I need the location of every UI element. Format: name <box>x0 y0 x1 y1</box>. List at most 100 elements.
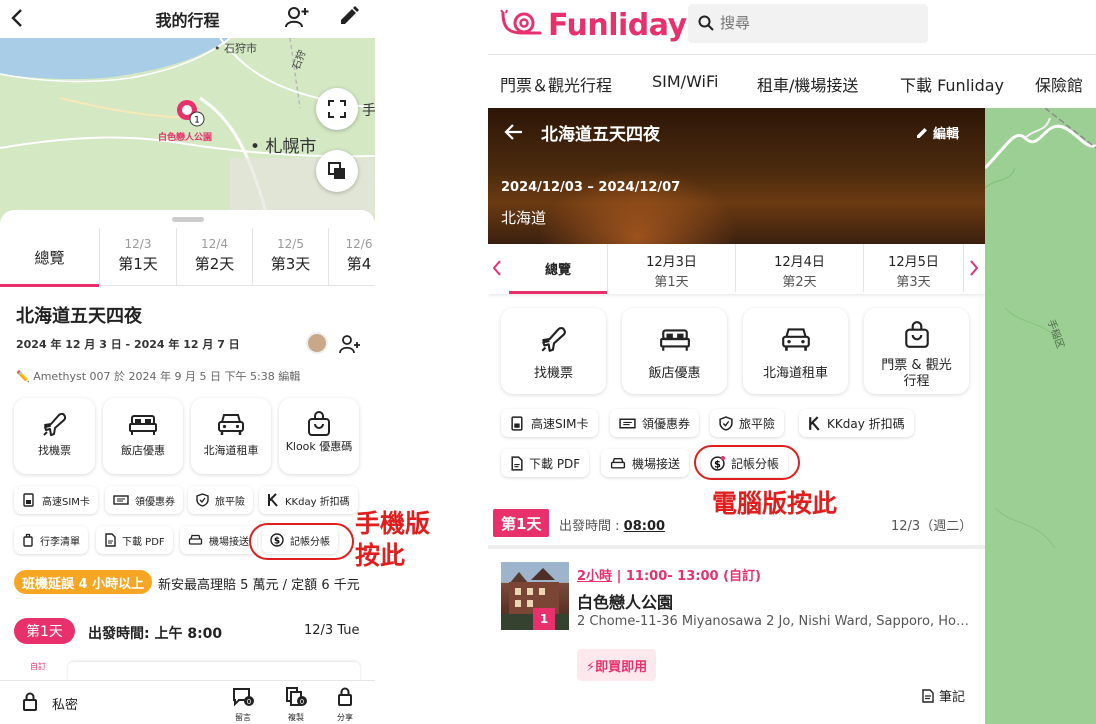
tab-day-3[interactable]: 12月5日 第3天 <box>864 244 964 292</box>
layers-button[interactable] <box>316 150 358 192</box>
privacy-label[interactable]: 私密 <box>52 694 78 713</box>
car-icon <box>610 457 626 468</box>
chip-airport-transfer[interactable]: 機場接送 <box>180 526 257 554</box>
lock-icon[interactable] <box>22 692 38 712</box>
chip-packing-list[interactable]: 行李清單 <box>14 526 88 554</box>
plane-icon <box>42 412 66 436</box>
flight-card[interactable]: 找機票 <box>501 308 606 394</box>
section-divider <box>488 545 985 549</box>
chip-coupon[interactable]: 領優惠券 <box>610 409 700 437</box>
tabs-next-arrow-icon[interactable] <box>968 258 980 278</box>
note-icon <box>922 688 934 703</box>
flight-card[interactable]: 找機票 <box>14 398 95 474</box>
promo-badge[interactable]: 班機延誤 4 小時以上 <box>14 570 153 594</box>
brand-logo[interactable]: Funliday <box>500 7 687 43</box>
back-arrow-icon[interactable] <box>504 122 524 142</box>
place-card[interactable]: 1 2小時 | 11:00- 13:00 (自訂) 白色戀人公園 2 Chome… <box>488 550 985 724</box>
edit-button[interactable]: 編輯 <box>916 123 959 142</box>
comment-button[interactable]: 0 留言 <box>228 687 258 723</box>
tab-overview[interactable]: 總覽 <box>509 244 608 294</box>
car-rental-card[interactable]: 北海道租車 <box>191 398 271 474</box>
chip-label: 下載 PDF <box>122 536 165 548</box>
chip-label: 行李清單 <box>40 536 80 548</box>
departure-time[interactable]: 出發時間: 上午 8:00 <box>88 623 222 643</box>
card-label: 北海道租車 <box>762 366 828 381</box>
chip-coupon[interactable]: 領優惠券 <box>105 486 183 514</box>
trip-map[interactable]: 手稲区 <box>985 108 1096 724</box>
chip-download-pdf[interactable]: 下載 PDF <box>96 526 173 554</box>
svg-text:0: 0 <box>300 698 304 706</box>
page-title: 我的行程 <box>155 11 220 30</box>
share-button[interactable]: 分享 <box>330 687 360 723</box>
card-label: 北海道租車 <box>203 444 259 457</box>
place-time[interactable]: 2小時 | 11:00- 13:00 (自訂) <box>577 565 761 584</box>
edit-pencil-icon <box>917 128 927 138</box>
chip-kkday[interactable]: KKday 折扣碼 <box>259 486 358 514</box>
map-pin-icon[interactable]: 1 <box>175 98 205 132</box>
place-card-peek[interactable] <box>68 662 360 682</box>
hotel-card[interactable]: 飯店優惠 <box>103 398 183 474</box>
tab-day-2[interactable]: 12/4 第2天 <box>177 228 253 286</box>
tab-day-1[interactable]: 12/3 第1天 <box>100 228 177 286</box>
invite-member-icon[interactable] <box>338 333 360 355</box>
shopping-bag-icon <box>904 321 929 348</box>
brand-name: Funliday <box>548 7 687 43</box>
nav-insurance[interactable]: 保險館 <box>1035 72 1083 96</box>
card-label: 飯店優惠 <box>648 366 701 381</box>
card-label: Klook 優惠碼 <box>285 440 353 453</box>
buy-now-button[interactable]: ⚡即買即用 <box>577 649 657 681</box>
tab-day-4[interactable]: 12/6 第4 <box>329 228 375 286</box>
klook-card[interactable]: Klook 優惠碼 <box>279 398 359 474</box>
nav-sim-wifi[interactable]: SIM/WiFi <box>652 72 718 91</box>
search-bar[interactable] <box>688 4 928 43</box>
copy-icon: 0 <box>286 687 307 706</box>
place-duration[interactable]: 2小時 <box>577 569 612 584</box>
sim-icon <box>23 493 34 507</box>
chip-insurance[interactable]: 旅平險 <box>710 409 785 437</box>
chip-sim[interactable]: 高速SIM卡 <box>14 486 98 514</box>
map-label: • 石狩市 <box>214 42 257 55</box>
car-icon <box>218 414 244 435</box>
chip-insurance[interactable]: 旅平險 <box>188 486 253 514</box>
search-input[interactable] <box>720 14 920 32</box>
avatar[interactable] <box>306 332 328 354</box>
card-label: 找機票 <box>38 444 71 457</box>
place-name[interactable]: 白色戀人公園 <box>577 589 673 613</box>
tab-day-3[interactable]: 12/5 第3天 <box>253 228 329 286</box>
chip-label: 高速SIM卡 <box>531 416 589 431</box>
departure-time[interactable]: 出發時間 : 08:00 <box>559 515 665 534</box>
trip-dates: 2024/12/03 – 2024/12/07 <box>501 180 681 195</box>
edit-pencil-icon[interactable] <box>338 5 360 27</box>
departure-value[interactable]: 08:00 <box>624 519 665 534</box>
plane-icon <box>540 327 566 352</box>
copy-button[interactable]: 0 複製 <box>281 687 311 723</box>
nav-car-rental[interactable]: 租車/機場接送 <box>757 72 858 96</box>
departure-label: 出發時間 : <box>559 519 624 534</box>
chip-download-pdf[interactable]: 下載 PDF <box>501 449 590 477</box>
nav-tickets[interactable]: 門票＆觀光行程 <box>500 72 612 96</box>
share-lock-icon <box>338 687 352 706</box>
trip-dates: 2024 年 12 月 3 日 - 2024 年 12 月 7 日 <box>16 338 240 351</box>
tab-day-1[interactable]: 12月3日 第1天 <box>608 244 736 292</box>
chip-label: 旅平險 <box>739 416 776 431</box>
sheet-drag-handle[interactable] <box>172 217 204 222</box>
chip-kkday[interactable]: KKday 折扣碼 <box>799 409 914 437</box>
tab-day-2[interactable]: 12月4日 第2天 <box>736 244 864 292</box>
tickets-card[interactable]: 門票 & 觀光行程 <box>864 308 969 394</box>
chip-sim[interactable]: 高速SIM卡 <box>501 409 598 437</box>
tabs-prev-arrow-icon[interactable] <box>491 258 503 278</box>
chip-airport-transfer[interactable]: 機場接送 <box>601 449 690 477</box>
add-user-icon[interactable] <box>284 5 310 29</box>
tab-overview[interactable]: 總覽 <box>0 228 100 287</box>
fullscreen-button[interactable] <box>316 88 358 130</box>
ticket-icon <box>113 495 129 505</box>
svg-text:1: 1 <box>194 116 200 126</box>
day-date: 12/3 Tue <box>304 623 360 638</box>
car-rental-card[interactable]: 北海道租車 <box>743 308 848 394</box>
trip-map[interactable]: • 石狩市 石狩 • 札幌市 1 白色戀人公園 手 <box>0 38 375 228</box>
nav-download[interactable]: 下載 Funliday <box>900 72 1004 96</box>
day-tabs: 總覽 12/3 第1天 12/4 第2天 12/5 第3天 12/6 第4 <box>0 228 375 287</box>
hotel-card[interactable]: 飯店優惠 <box>622 308 727 394</box>
note-button[interactable]: 筆記 <box>922 686 965 705</box>
snail-logo-icon <box>500 9 542 35</box>
